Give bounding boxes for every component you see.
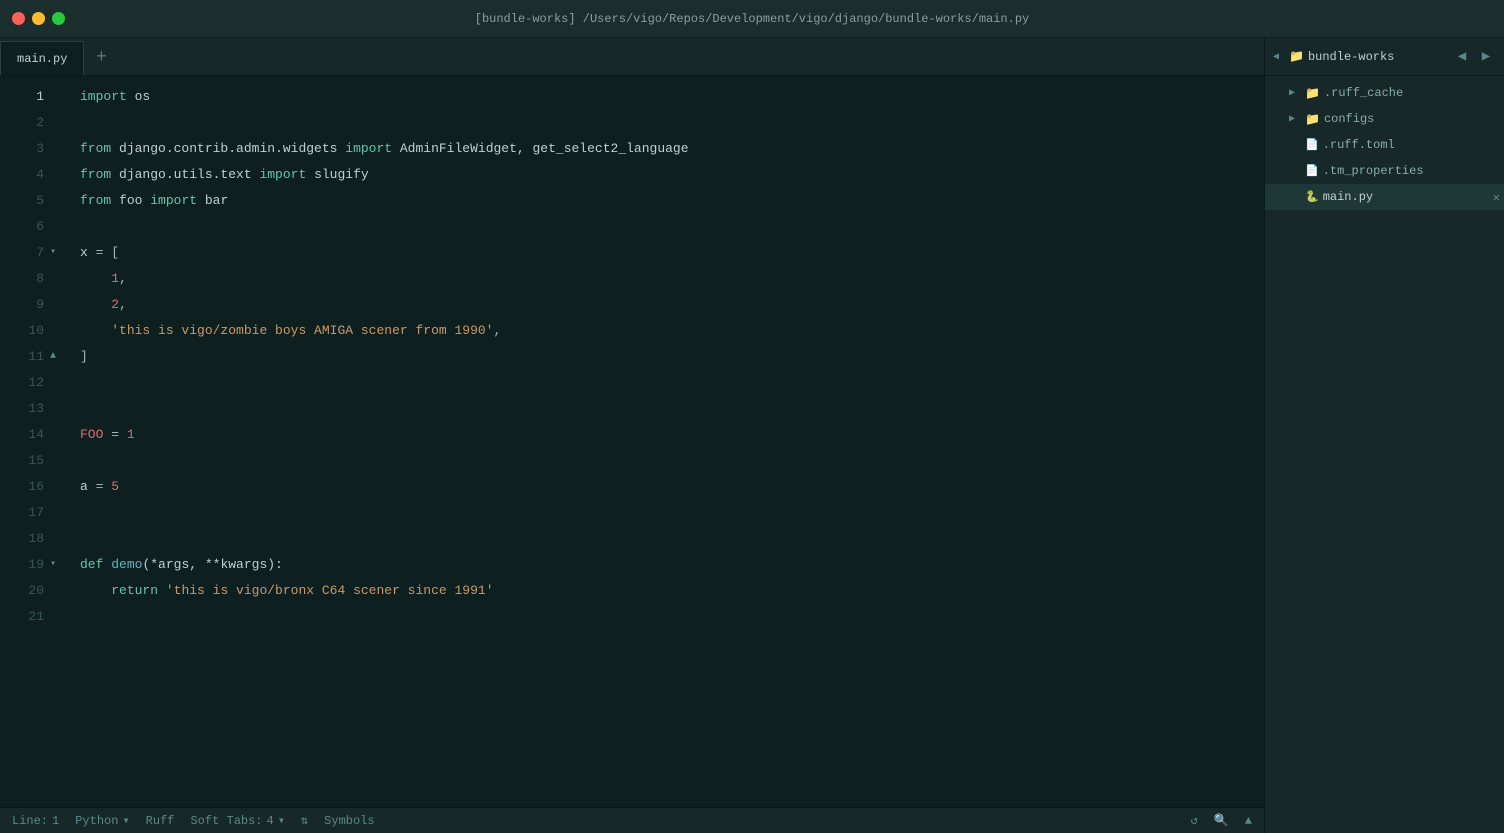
chevron-icon: ▶ [1289, 87, 1301, 99]
line-number-8: 8 [0, 266, 52, 292]
status-right-actions: ↺ 🔍 ▲ [1191, 813, 1252, 828]
sidebar-nav-forward[interactable]: ▶ [1476, 47, 1496, 67]
status-symbols[interactable]: Symbols [324, 814, 374, 828]
window-controls [12, 12, 65, 25]
line-number-13: 13 [0, 396, 52, 422]
sidebar-title: bundle-works [1308, 50, 1448, 64]
tab-label: main.py [17, 52, 67, 66]
line-number-5: 5 [0, 188, 52, 214]
code-line-16: a = 5 [72, 474, 1264, 500]
code-line-19: def demo(*args, **kwargs): [72, 552, 1264, 578]
code-line-3: from django.contrib.admin.widgets import… [72, 136, 1264, 162]
fold-indicator-11[interactable]: ▲ [50, 344, 56, 370]
line-number-6: 6 [0, 214, 52, 240]
code-line-12 [72, 370, 1264, 396]
folder-icon: 📁 [1305, 112, 1320, 127]
status-soft-tabs[interactable]: Soft Tabs: 4 ▾ [190, 813, 284, 828]
line-number-14: 14 [0, 422, 52, 448]
tree-item-close[interactable]: ✕ [1493, 190, 1500, 205]
line-number-9: 9 [0, 292, 52, 318]
code-line-20: return 'this is vigo/bronx C64 scener si… [72, 578, 1264, 604]
code-line-1: import os [72, 84, 1264, 110]
code-line-11: ] [72, 344, 1264, 370]
line-number-4: 4 [0, 162, 52, 188]
code-line-15 [72, 448, 1264, 474]
tree-item-label: configs [1324, 112, 1374, 126]
line-number-11: 11▲ [0, 344, 52, 370]
sidebar: ◀ 📁 bundle-works ◀ ▶ ▶ 📁 .ruff_cache ▶ 📁 conf… [1264, 38, 1504, 833]
line-number-12: 12 [0, 370, 52, 396]
line-number-7: 7▾ [0, 240, 52, 266]
window-title: [bundle-works] /Users/vigo/Repos/Develop… [475, 12, 1030, 26]
tree-item-label: .ruff_cache [1324, 86, 1403, 100]
new-tab-button[interactable]: + [84, 41, 118, 75]
sidebar-item--ruff-cache[interactable]: ▶ 📁 .ruff_cache [1265, 80, 1504, 106]
maximize-button[interactable] [52, 12, 65, 25]
sidebar-folder-icon: 📁 [1289, 49, 1304, 64]
line-number-21: 21 [0, 604, 52, 630]
code-line-21 [72, 604, 1264, 630]
fold-indicator-7[interactable]: ▾ [50, 240, 56, 266]
code-line-6 [72, 214, 1264, 240]
status-line: Line: 1 [12, 814, 59, 828]
sidebar-item-main-py[interactable]: 🐍 main.py ✕ [1265, 184, 1504, 210]
sidebar-item--ruff-toml[interactable]: 📄 .ruff.toml [1265, 132, 1504, 158]
line-number-16: 16 [0, 474, 52, 500]
line-numbers: 1234567▾891011▲1213141516171819▾2021 [0, 76, 72, 807]
code-line-5: from foo import bar [72, 188, 1264, 214]
sidebar-item-configs[interactable]: ▶ 📁 configs [1265, 106, 1504, 132]
code-line-14: FOO = 1 [72, 422, 1264, 448]
fold-indicator-19[interactable]: ▾ [50, 552, 56, 578]
close-button[interactable] [12, 12, 25, 25]
code-line-10: 'this is vigo/zombie boys AMIGA scener f… [72, 318, 1264, 344]
tab-bar: main.py + [0, 38, 1264, 76]
code-container: 1234567▾891011▲1213141516171819▾2021 imp… [0, 76, 1264, 807]
line-number-20: 20 [0, 578, 52, 604]
file-icon: 📄 [1305, 164, 1319, 178]
main-content: main.py + 1234567▾891011▲121314151617181… [0, 38, 1504, 833]
tree-item-label: .tm_properties [1323, 164, 1424, 178]
line-number-19: 19▾ [0, 552, 52, 578]
code-line-18 [72, 526, 1264, 552]
line-number-17: 17 [0, 500, 52, 526]
file-toml-icon: 📄 [1305, 138, 1319, 152]
sidebar-tree: ▶ 📁 .ruff_cache ▶ 📁 configs 📄 .ruff.toml 📄 .tm_pr… [1265, 76, 1504, 833]
code-line-8: 1, [72, 266, 1264, 292]
code-line-13 [72, 396, 1264, 422]
status-bar: Line: 1 Python ▾ Ruff Soft Tabs: 4 ▾ ⇅ S… [0, 807, 1264, 833]
sidebar-chevron-left[interactable]: ◀ [1273, 51, 1285, 63]
status-ruff[interactable]: Ruff [146, 814, 175, 828]
sidebar-item--tm-properties[interactable]: 📄 .tm_properties [1265, 158, 1504, 184]
editor-area: main.py + 1234567▾891011▲121314151617181… [0, 38, 1264, 833]
code-line-7: x = [ [72, 240, 1264, 266]
code-line-4: from django.utils.text import slugify [72, 162, 1264, 188]
code-line-2 [72, 110, 1264, 136]
sidebar-nav-back[interactable]: ◀ [1452, 47, 1472, 67]
code-line-9: 2, [72, 292, 1264, 318]
minimize-button[interactable] [32, 12, 45, 25]
tree-item-label: main.py [1323, 190, 1373, 204]
title-bar: [bundle-works] /Users/vigo/Repos/Develop… [0, 0, 1504, 38]
sidebar-actions: ◀ ▶ [1452, 47, 1496, 67]
line-number-18: 18 [0, 526, 52, 552]
code-content[interactable]: import os from django.contrib.admin.widg… [72, 76, 1264, 807]
tree-item-label: .ruff.toml [1323, 138, 1395, 152]
line-number-1: 1 [0, 84, 52, 110]
line-number-10: 10 [0, 318, 52, 344]
status-encoding: ⇅ [301, 813, 308, 828]
file-py-icon: 🐍 [1305, 190, 1319, 204]
line-number-3: 3 [0, 136, 52, 162]
chevron-icon: ▶ [1289, 113, 1301, 125]
sidebar-header: ◀ 📁 bundle-works ◀ ▶ [1265, 38, 1504, 76]
status-language[interactable]: Python ▾ [75, 813, 129, 828]
line-number-15: 15 [0, 448, 52, 474]
line-number-2: 2 [0, 110, 52, 136]
code-line-17 [72, 500, 1264, 526]
folder-icon: 📁 [1305, 86, 1320, 101]
tab-main-py[interactable]: main.py [0, 41, 84, 75]
